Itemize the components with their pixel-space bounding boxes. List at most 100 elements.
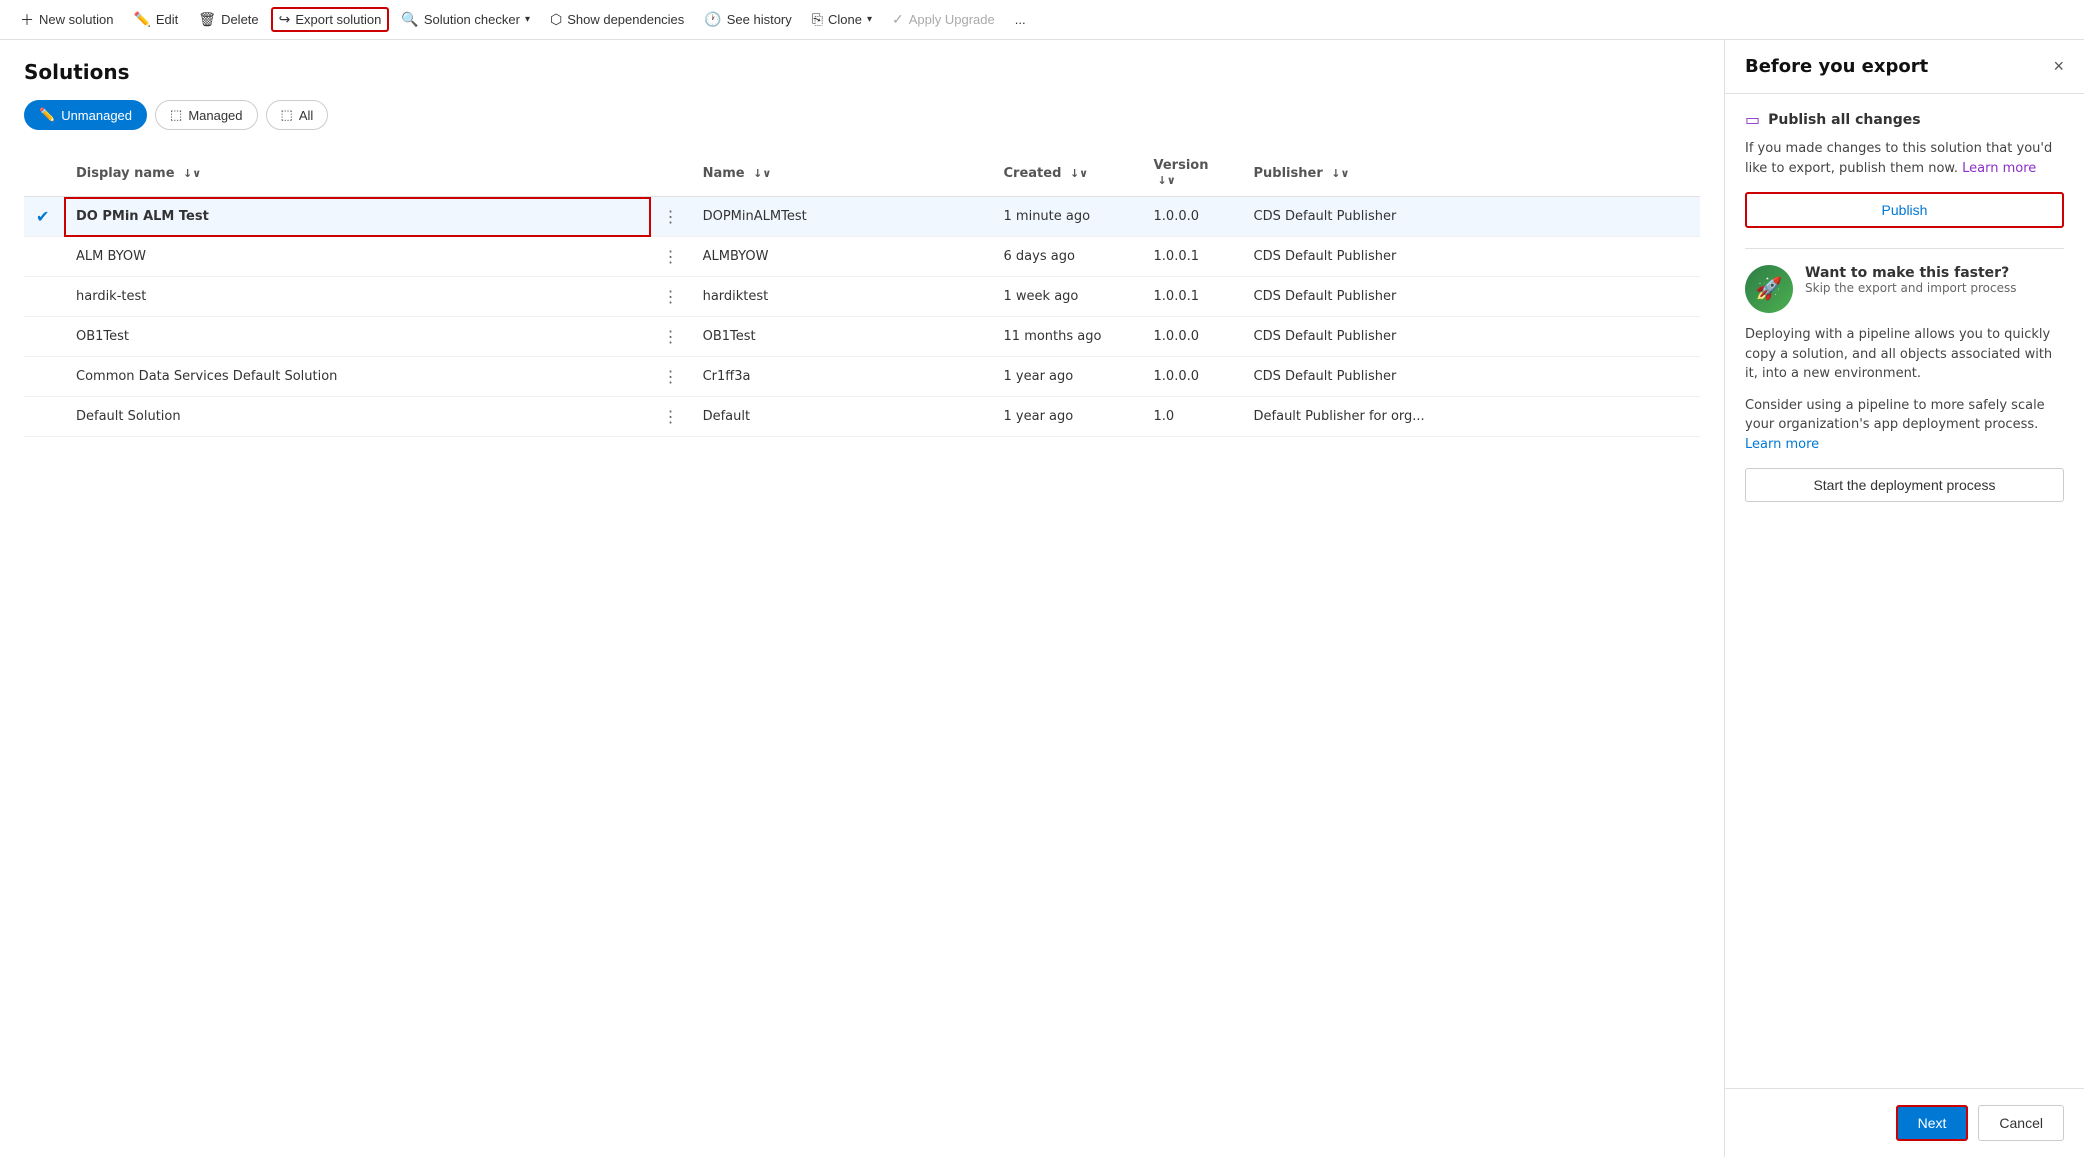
clone-icon: ⎘ [812, 11, 823, 28]
row-checkbox[interactable] [24, 397, 64, 437]
row-context-menu[interactable]: ⋮ [651, 277, 691, 317]
ellipsis-icon: ⋮ [663, 407, 679, 426]
publish-learn-more-link[interactable]: Learn more [1962, 161, 2036, 176]
solution-checker-button[interactable]: 🔍 Solution checker ▾ [393, 7, 538, 32]
clone-button[interactable]: ⎘ Clone ▾ [804, 7, 880, 32]
table-row[interactable]: Common Data Services Default Solution ⋮ … [24, 357, 1700, 397]
trash-icon: 🗑 [198, 11, 216, 28]
col-header-name[interactable]: Name ↓∨ [691, 150, 992, 197]
row-context-menu[interactable]: ⋮ [651, 397, 691, 437]
toolbar: ＋ New solution ✏️ Edit 🗑 Delete ↪ Export… [0, 0, 2084, 40]
row-created: 1 year ago [992, 357, 1142, 397]
solutions-panel: Solutions ✏️ Unmanaged ⬚ Managed ⬚ All [0, 40, 1724, 1157]
sort-name-icon: ↓∨ [753, 167, 771, 180]
table-row[interactable]: hardik-test ⋮ hardiktest 1 week ago 1.0.… [24, 277, 1700, 317]
row-created: 1 minute ago [992, 197, 1142, 237]
check-icon: ✔ [36, 207, 49, 226]
row-context-menu[interactable]: ⋮ [651, 237, 691, 277]
row-publisher: CDS Default Publisher [1242, 317, 1700, 357]
managed-icon: ⬚ [170, 107, 182, 123]
unmanaged-icon: ✏️ [39, 107, 55, 123]
row-created: 1 year ago [992, 397, 1142, 437]
row-display-name: hardik-test [64, 277, 651, 317]
dependencies-icon: ⬡ [550, 11, 562, 28]
table-row[interactable]: ALM BYOW ⋮ ALMBYOW 6 days ago 1.0.0.1 CD… [24, 237, 1700, 277]
col-header-created[interactable]: Created ↓∨ [992, 150, 1142, 197]
ellipsis-icon: ⋮ [663, 207, 679, 226]
table-row[interactable]: Default Solution ⋮ Default 1 year ago 1.… [24, 397, 1700, 437]
row-publisher: CDS Default Publisher [1242, 197, 1700, 237]
row-display-name: Default Solution [64, 397, 651, 437]
row-checkbox[interactable] [24, 237, 64, 277]
delete-button[interactable]: 🗑 Delete [190, 7, 266, 32]
deploy-button[interactable]: Start the deployment process [1745, 468, 2064, 502]
publish-section: ▭ Publish all changes If you made change… [1745, 110, 2064, 228]
row-context-menu[interactable]: ⋮ [651, 357, 691, 397]
filter-all[interactable]: ⬚ All [266, 100, 329, 130]
see-history-button[interactable]: 🕐 See history [696, 7, 799, 32]
publish-section-title: ▭ Publish all changes [1745, 110, 2064, 129]
panel-header: Before you export × [1725, 40, 2084, 94]
filter-tabs: ✏️ Unmanaged ⬚ Managed ⬚ All [24, 100, 1700, 130]
panel-body: ▭ Publish all changes If you made change… [1725, 94, 2084, 1088]
col-header-menu [651, 150, 691, 197]
row-checkbox[interactable] [24, 357, 64, 397]
col-header-version[interactable]: Version ↓∨ [1142, 150, 1242, 197]
plus-icon: ＋ [20, 10, 34, 30]
row-checkbox[interactable] [24, 317, 64, 357]
pipeline-header-bold: Want to make this faster? [1805, 265, 2016, 281]
checker-icon: 🔍 [401, 11, 418, 28]
all-icon: ⬚ [281, 107, 293, 123]
row-name: ALMBYOW [691, 237, 992, 277]
filter-unmanaged[interactable]: ✏️ Unmanaged [24, 100, 147, 130]
pipeline-icon: 🚀 [1745, 265, 1793, 313]
panel-close-button[interactable]: × [2053, 56, 2064, 77]
ellipsis-icon: ⋮ [663, 287, 679, 306]
row-version: 1.0.0.1 [1142, 277, 1242, 317]
row-version: 1.0.0.0 [1142, 317, 1242, 357]
new-solution-button[interactable]: ＋ New solution [12, 6, 121, 34]
cancel-button[interactable]: Cancel [1978, 1105, 2064, 1141]
more-button[interactable]: ... [1007, 8, 1034, 31]
pipeline-desc1: Deploying with a pipeline allows you to … [1745, 325, 2064, 384]
pipeline-learn-more-link[interactable]: Learn more [1745, 437, 1819, 452]
checker-dropdown-arrow: ▾ [525, 14, 530, 25]
publish-button[interactable]: Publish [1745, 192, 2064, 228]
row-publisher: CDS Default Publisher [1242, 277, 1700, 317]
show-dependencies-button[interactable]: ⬡ Show dependencies [542, 7, 692, 32]
row-checkbox[interactable]: ✔ [24, 197, 64, 237]
main-area: Solutions ✏️ Unmanaged ⬚ Managed ⬚ All [0, 40, 2084, 1157]
table-row[interactable]: OB1Test ⋮ OB1Test 11 months ago 1.0.0.0 … [24, 317, 1700, 357]
row-checkbox[interactable] [24, 277, 64, 317]
row-display-name: OB1Test [64, 317, 651, 357]
history-icon: 🕐 [704, 11, 721, 28]
apply-upgrade-button[interactable]: ✓ Apply Upgrade [884, 7, 1003, 32]
edit-button[interactable]: ✏️ Edit [125, 7, 186, 32]
row-name: DOPMinALMTest [691, 197, 992, 237]
col-header-display-name[interactable]: Display name ↓∨ [64, 150, 651, 197]
sort-publisher-icon: ↓∨ [1331, 167, 1349, 180]
col-header-checkbox [24, 150, 64, 197]
solutions-title: Solutions [24, 60, 1700, 84]
row-version: 1.0 [1142, 397, 1242, 437]
row-version: 1.0.0.0 [1142, 357, 1242, 397]
row-display-name: DO PMin ALM Test [64, 197, 651, 237]
ellipsis-icon: ⋮ [663, 247, 679, 266]
export-icon: ↪ [279, 11, 291, 28]
col-header-publisher[interactable]: Publisher ↓∨ [1242, 150, 1700, 197]
export-solution-button[interactable]: ↪ Export solution [271, 7, 390, 32]
panel-title: Before you export [1745, 56, 1928, 77]
publish-section-desc: If you made changes to this solution tha… [1745, 139, 2064, 178]
row-display-name: Common Data Services Default Solution [64, 357, 651, 397]
pipeline-header-text: Want to make this faster? Skip the expor… [1805, 265, 2016, 295]
sort-display-icon: ↓∨ [183, 167, 201, 180]
table-row[interactable]: ✔ DO PMin ALM Test ⋮ DOPMinALMTest 1 min… [24, 197, 1700, 237]
filter-managed[interactable]: ⬚ Managed [155, 100, 258, 130]
next-button[interactable]: Next [1896, 1105, 1969, 1141]
row-version: 1.0.0.0 [1142, 197, 1242, 237]
row-context-menu[interactable]: ⋮ [651, 197, 691, 237]
clone-dropdown-arrow: ▾ [867, 14, 872, 25]
row-name: Default [691, 397, 992, 437]
row-context-menu[interactable]: ⋮ [651, 317, 691, 357]
row-created: 6 days ago [992, 237, 1142, 277]
